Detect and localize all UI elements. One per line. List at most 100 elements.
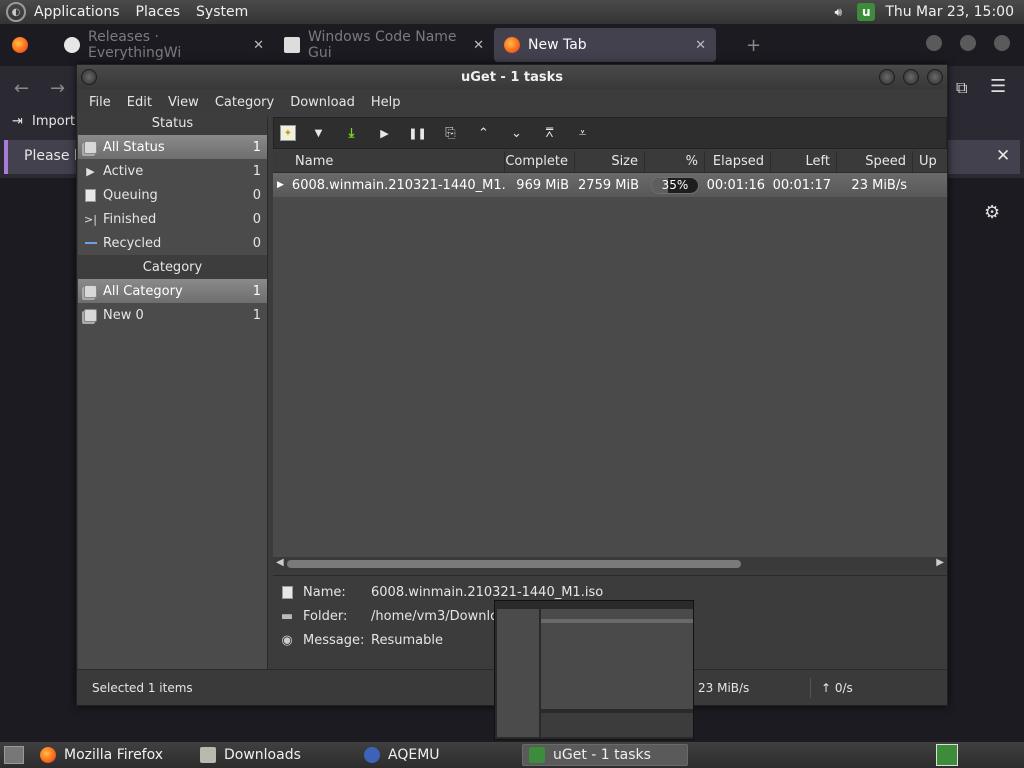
move-up-icon[interactable]: ⌃	[473, 123, 494, 144]
menu-category[interactable]: Category	[207, 95, 282, 110]
github-icon	[64, 37, 80, 53]
back-icon[interactable]: ←	[14, 78, 29, 99]
minimize-icon[interactable]	[925, 35, 942, 51]
column-header-complete[interactable]: Complete	[505, 150, 575, 173]
menu-applications[interactable]: Applications	[26, 4, 128, 20]
new-download-icon[interactable]: ✦	[280, 125, 296, 141]
start-icon[interactable]: ▶	[374, 123, 395, 144]
category-section-header: Category	[78, 255, 267, 279]
volume-icon[interactable]: 🔊︎	[829, 3, 847, 21]
expand-arrow-icon[interactable]: ▶	[277, 180, 284, 190]
column-header-name[interactable]: Name	[273, 150, 505, 173]
sidebar-item-new-0[interactable]: New 0 1	[78, 303, 267, 327]
tab-label: Releases · EverythingWi	[88, 29, 182, 61]
column-header-elapsed[interactable]: Elapsed	[705, 150, 771, 173]
tab-label: New Tab	[528, 37, 587, 53]
settings-gear-icon[interactable]: ⚙	[984, 202, 1000, 223]
scrollbar-thumb[interactable]	[287, 560, 741, 568]
maximize-icon[interactable]	[959, 35, 976, 51]
forward-icon[interactable]: →	[50, 78, 65, 99]
menu-help[interactable]: Help	[363, 95, 409, 110]
message-bulb-icon: ◉	[281, 632, 293, 648]
column-header-size[interactable]: Size	[575, 150, 645, 173]
scroll-right-icon[interactable]: ▶	[936, 557, 944, 568]
menu-system[interactable]: System	[188, 4, 256, 20]
upload-speed: ↑ 0/s	[821, 680, 853, 695]
menu-download[interactable]: Download	[282, 95, 363, 110]
move-down-icon[interactable]: ⌄	[506, 123, 527, 144]
desktop: ◐ Applications Places System 🔊︎ u Thu Ma…	[0, 0, 1024, 768]
task-uget[interactable]: uGet - 1 tasks	[522, 744, 688, 766]
download-icon[interactable]: ⤓	[341, 123, 362, 144]
detail-label: Folder:	[303, 608, 348, 624]
column-header-left[interactable]: Left	[771, 150, 837, 173]
column-header-up[interactable]: Up	[913, 151, 947, 173]
new-tab-icon[interactable]: +	[746, 35, 761, 56]
task-firefox[interactable]: Mozilla Firefox	[34, 744, 194, 766]
dropdown-arrow-icon[interactable]: ▼	[308, 123, 329, 144]
workspace-switcher[interactable]	[936, 744, 958, 766]
close-tab-icon[interactable]: ✕	[473, 38, 484, 53]
cell-complete: 969 MiB	[516, 177, 569, 193]
close-icon[interactable]	[927, 69, 943, 85]
close-notice-icon[interactable]: ✕	[996, 146, 1010, 166]
sidebar-item-active[interactable]: ▶ Active 1	[78, 159, 267, 183]
horizontal-scrollbar[interactable]: ◀ ▶	[273, 557, 947, 571]
firefox-view-icon[interactable]	[12, 37, 28, 53]
menu-edit[interactable]: Edit	[119, 95, 160, 110]
task-aqemu[interactable]: AQEMU	[358, 744, 522, 766]
cell-size: 2759 MiB	[578, 177, 639, 193]
sidebar-item-all-category[interactable]: All Category 1	[78, 279, 267, 303]
import-bookmarks-icon[interactable]: ⇥	[12, 114, 23, 129]
cell-name: ▶ 6008.winmain.210321-1440_M1.iso	[273, 174, 505, 196]
close-tab-icon[interactable]: ✕	[253, 38, 264, 53]
maximize-icon[interactable]	[903, 69, 919, 85]
sidebar-item-label: Active	[103, 163, 144, 179]
show-desktop-icon[interactable]	[4, 746, 24, 764]
close-tab-icon[interactable]: ✕	[695, 38, 706, 53]
uget-tray-icon[interactable]: u	[857, 3, 876, 21]
sidebar-item-recycled[interactable]: Recycled 0	[78, 231, 267, 255]
sidebar-item-label: Finished	[103, 211, 157, 227]
column-header-percent[interactable]: %	[645, 150, 705, 173]
selection-status: Selected 1 items	[92, 680, 193, 695]
app-menu-icon[interactable]: ☰	[990, 76, 1006, 97]
sidebar-item-count: 0	[252, 211, 261, 227]
distro-logo-icon[interactable]: ◐	[6, 2, 26, 22]
clock[interactable]: Thu Mar 23, 15:00	[885, 4, 1014, 20]
cell-left: 00:01:17	[772, 177, 831, 193]
extensions-icon[interactable]: ⧉	[956, 78, 967, 98]
close-icon[interactable]	[994, 35, 1010, 51]
sidebar-item-count: 0	[252, 187, 261, 203]
menu-places[interactable]: Places	[128, 4, 189, 20]
firefox-icon	[40, 747, 56, 763]
detail-label: Message:	[303, 632, 365, 648]
task-downloads[interactable]: Downloads	[194, 744, 358, 766]
top-panel: ◐ Applications Places System 🔊︎ u Thu Ma…	[0, 0, 1024, 24]
pause-icon[interactable]: ❚❚	[407, 123, 428, 144]
properties-icon[interactable]: ⎘	[440, 123, 461, 144]
finished-icon: >|	[84, 212, 97, 226]
column-header-speed[interactable]: Speed	[837, 150, 913, 173]
sidebar-item-count: 1	[252, 163, 261, 179]
menu-file[interactable]: File	[81, 95, 119, 110]
sidebar-item-all-status[interactable]: All Status 1	[78, 135, 267, 159]
scroll-left-icon[interactable]: ◀	[276, 557, 284, 568]
window-titlebar[interactable]: uGet - 1 tasks	[77, 65, 947, 89]
download-name: 6008.winmain.210321-1440_M1.iso	[291, 177, 505, 193]
tab-windows-code-name[interactable]: Windows Code Name Gui ✕	[274, 28, 494, 62]
move-bottom-icon[interactable]: ⩡	[572, 123, 593, 144]
tab-releases[interactable]: Releases · EverythingWi ✕	[54, 28, 274, 62]
all-status-icon	[84, 140, 97, 154]
cell-elapsed: 00:01:16	[706, 177, 765, 193]
window-preview-thumbnail[interactable]	[494, 600, 694, 740]
window-menu-icon[interactable]	[81, 69, 97, 85]
task-label: Downloads	[224, 747, 301, 763]
tab-new-tab[interactable]: New Tab ✕	[494, 28, 716, 62]
table-row[interactable]: ▶ 6008.winmain.210321-1440_M1.iso 969 Mi…	[273, 173, 947, 197]
move-top-icon[interactable]: ⩞	[539, 123, 560, 144]
menu-view[interactable]: View	[160, 95, 207, 110]
sidebar-item-queuing[interactable]: Queuing 0	[78, 183, 267, 207]
minimize-icon[interactable]	[879, 69, 895, 85]
sidebar-item-finished[interactable]: >| Finished 0	[78, 207, 267, 231]
